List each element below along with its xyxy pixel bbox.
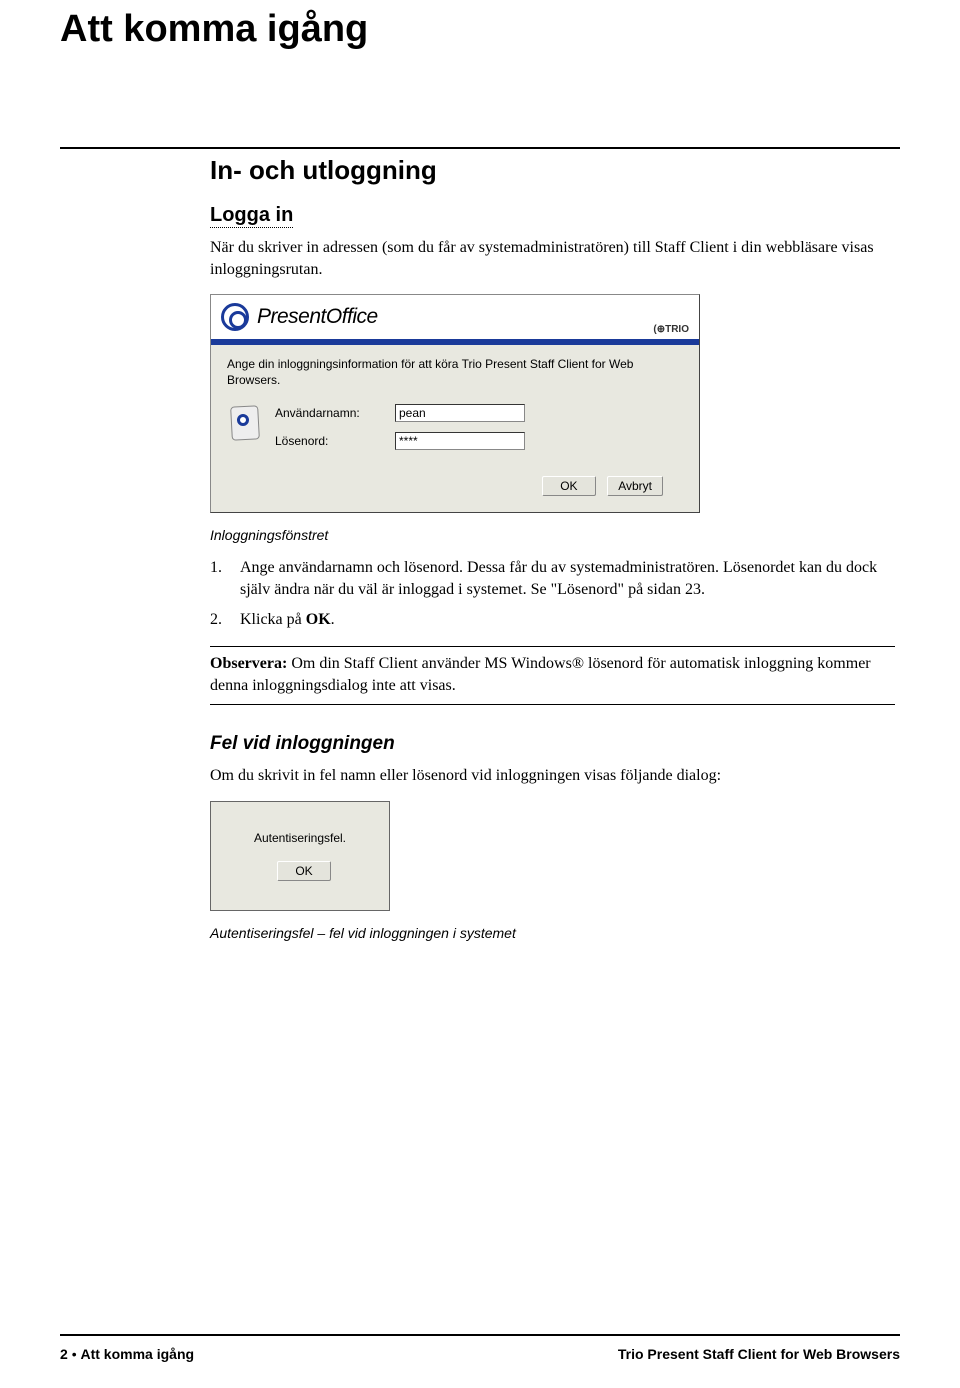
footer-rule xyxy=(60,1334,900,1336)
page-title: Att komma igång xyxy=(60,8,900,51)
cancel-button[interactable]: Avbryt xyxy=(607,476,663,496)
error-intro-paragraph: Om du skrivit in fel namn eller lösenord… xyxy=(210,765,895,787)
error-message: Autentiseringsfel. xyxy=(254,831,346,845)
login-header: PresentOffice (⊕TRIO xyxy=(211,295,699,339)
login-fields: Användarnamn: Lösenord: xyxy=(275,402,683,458)
note-rule-bottom xyxy=(210,704,895,705)
list-text: Klicka på OK. xyxy=(240,609,335,631)
error-dialog: Autentiseringsfel. OK xyxy=(210,801,390,911)
footer-left: 2 • Att komma igång xyxy=(60,1346,194,1362)
key-tag-icon xyxy=(227,402,267,450)
list-number: 2. xyxy=(210,609,240,631)
username-label: Användarnamn: xyxy=(275,406,395,420)
list-number: 1. xyxy=(210,557,240,600)
login-instruction: Ange din inloggningsinformation för att … xyxy=(227,357,683,388)
subsection-login: Logga in xyxy=(210,204,900,227)
list-text: Ange användarnamn och lösenord. Dessa få… xyxy=(240,557,895,600)
page-footer: 2 • Att komma igång Trio Present Staff C… xyxy=(60,1346,900,1362)
list-item: 1. Ange användarnamn och lösenord. Dessa… xyxy=(210,557,895,600)
note-rule-top xyxy=(210,646,895,647)
login-window: PresentOffice (⊕TRIO Ange din inloggning… xyxy=(210,294,700,513)
error-caption: Autentiseringsfel – fel vid inloggningen… xyxy=(210,925,900,941)
intro-paragraph: När du skriver in adressen (som du får a… xyxy=(210,237,895,280)
section-divider xyxy=(60,147,900,149)
login-body: Ange din inloggningsinformation för att … xyxy=(211,345,699,512)
app-logo-icon xyxy=(221,303,249,331)
error-ok-button[interactable]: OK xyxy=(277,861,331,881)
instruction-list: 1. Ange användarnamn och lösenord. Dessa… xyxy=(210,557,900,630)
password-input[interactable] xyxy=(395,432,525,450)
password-label: Lösenord: xyxy=(275,434,395,448)
brand-mark: (⊕TRIO xyxy=(653,324,689,335)
username-input[interactable] xyxy=(395,404,525,422)
subsection-error: Fel vid inloggningen xyxy=(210,733,900,755)
app-title: PresentOffice xyxy=(257,305,378,329)
ok-button[interactable]: OK xyxy=(542,476,596,496)
note-paragraph: Observera: Om din Staff Client använder … xyxy=(210,653,895,696)
login-caption: Inloggningsfönstret xyxy=(210,527,900,543)
list-item: 2. Klicka på OK. xyxy=(210,609,895,631)
section-title: In- och utloggning xyxy=(210,155,900,186)
footer-right: Trio Present Staff Client for Web Browse… xyxy=(618,1346,900,1362)
